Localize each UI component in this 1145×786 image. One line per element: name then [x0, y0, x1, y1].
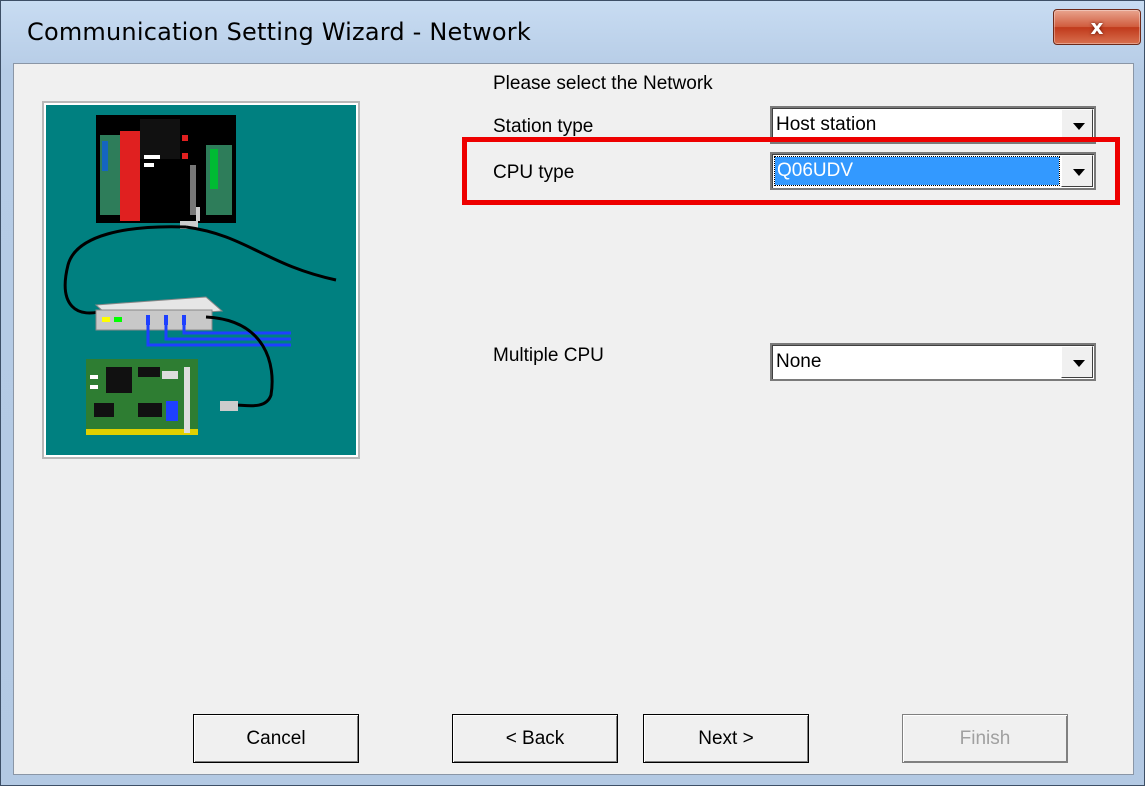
station-type-value: Host station [776, 114, 877, 135]
close-icon: x [1090, 15, 1104, 39]
multiple-cpu-value: None [776, 351, 822, 372]
chevron-down-icon[interactable] [1061, 346, 1093, 378]
cancel-button[interactable]: Cancel [193, 714, 359, 763]
station-type-label: Station type [493, 116, 594, 137]
next-button[interactable]: Next > [643, 714, 809, 763]
window-title: Communication Setting Wizard - Network [27, 18, 531, 46]
finish-button[interactable]: Finish [902, 714, 1068, 763]
network-heading: Please select the Network [493, 73, 713, 94]
close-button[interactable]: x [1053, 9, 1141, 45]
multiple-cpu-dropdown[interactable]: None [770, 343, 1096, 381]
back-button[interactable]: < Back [452, 714, 618, 763]
multiple-cpu-label: Multiple CPU [493, 345, 604, 366]
highlight-box [462, 137, 1120, 205]
network-illustration [42, 101, 360, 459]
dialog-window: Communication Setting Wizard - Network x [0, 0, 1145, 786]
title-bar[interactable]: Communication Setting Wizard - Network x [1, 1, 1144, 63]
wizard-content: Please select the Network Station type H… [13, 63, 1134, 775]
